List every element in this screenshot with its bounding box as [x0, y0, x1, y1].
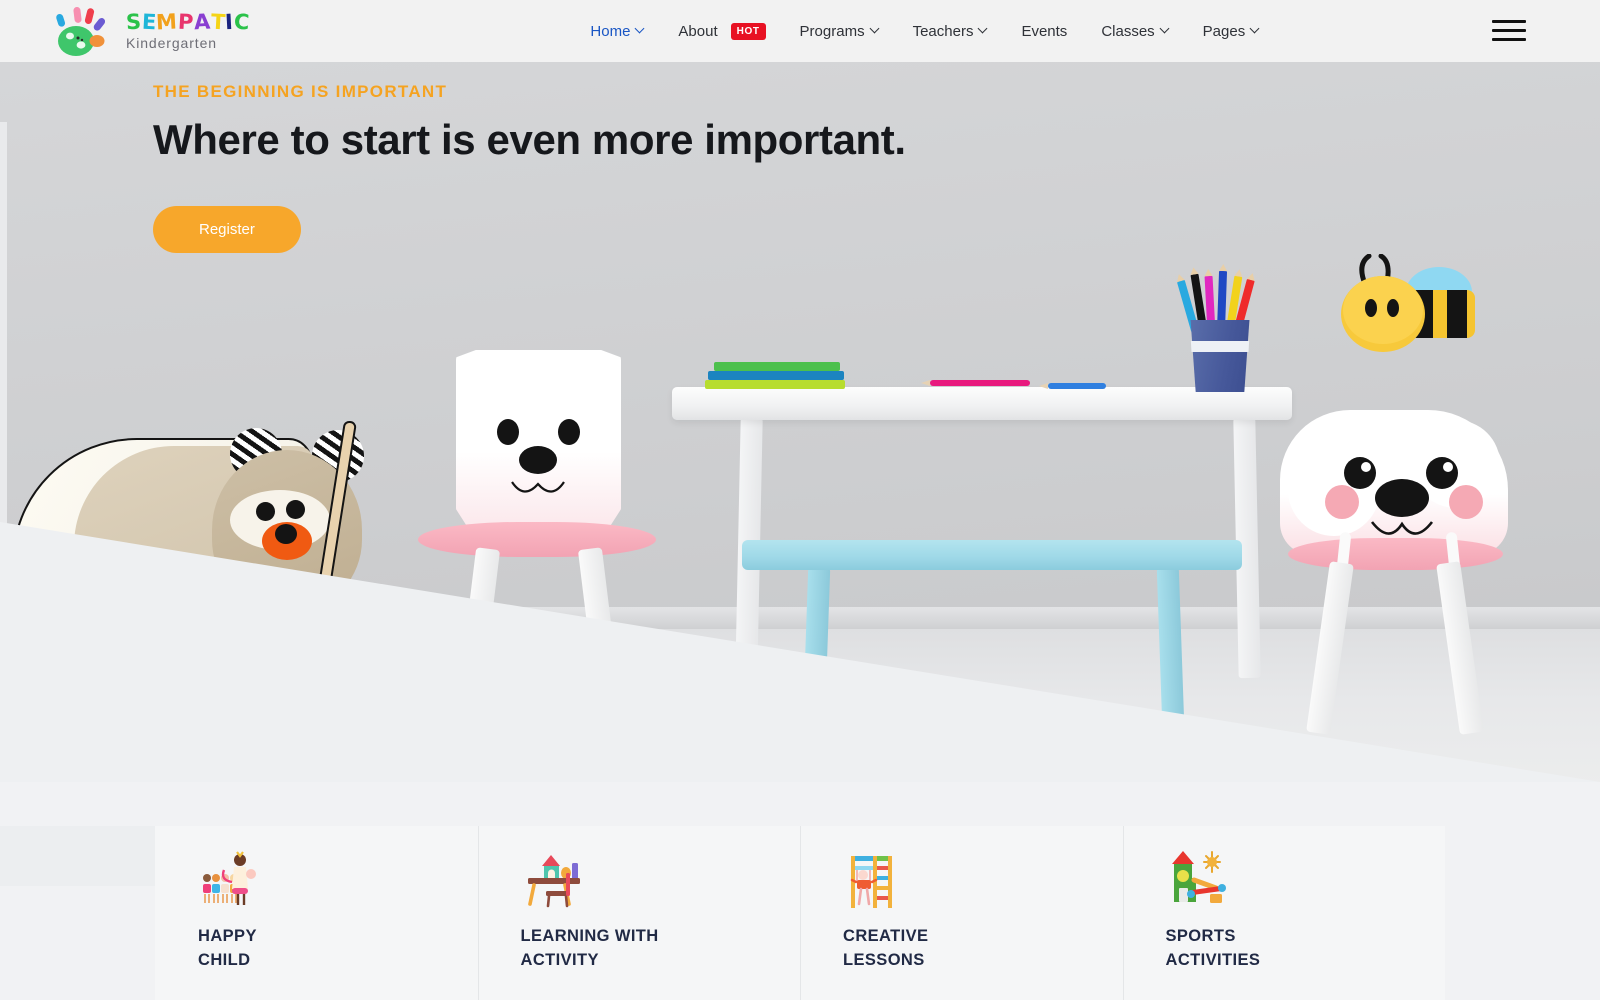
bunny-chair-seat — [418, 522, 656, 557]
main-navigation: Home About HOT Programs Teachers Events Classe… — [573, 15, 1276, 48]
cartoon-bee — [1335, 253, 1485, 364]
hamburger-menu-icon[interactable] — [1492, 20, 1526, 42]
swing-and-ladder-icon — [843, 848, 905, 910]
brand-letter: M — [155, 9, 179, 35]
brand-logo[interactable]: SEMPATIC Kindergarten — [48, 5, 250, 57]
feature-card-title: CREATIVE LESSONS — [843, 924, 1123, 973]
book-green — [714, 362, 840, 371]
hero-headline: Where to start is even more important. — [153, 116, 906, 163]
cloud-chair-leg-left — [1306, 561, 1354, 735]
chevron-down-icon — [1161, 25, 1169, 33]
nav-item-programs[interactable]: Programs — [783, 15, 896, 48]
blue-bench-seat — [742, 540, 1242, 570]
chevron-down-icon — [1251, 25, 1259, 33]
teacher-with-children-icon — [198, 848, 260, 910]
feature-card-title-line2: LESSONS — [843, 951, 925, 970]
feature-card-title-line1: CREATIVE — [843, 927, 929, 945]
feature-card-title-line2: ACTIVITY — [520, 951, 599, 970]
nav-item-events[interactable]: Events — [1004, 15, 1084, 48]
feature-cards-left-gutter — [0, 826, 155, 886]
cup-band — [1190, 341, 1250, 352]
hero-section: THE BEGINNING IS IMPORTANT Where to star… — [0, 62, 1600, 782]
feature-card-title-line1: LEARNING WITH — [520, 927, 659, 945]
brand-letter: A — [193, 9, 212, 35]
brand-letter: T — [209, 9, 227, 35]
register-button[interactable]: Register — [153, 206, 301, 253]
brand-subtitle: Kindergarten — [126, 35, 217, 51]
nav-item-label: Programs — [799, 22, 865, 40]
book-blue — [708, 371, 844, 380]
brand-name: SEMPATIC — [125, 9, 251, 35]
cloud-chair-leg-right — [1436, 561, 1484, 735]
feature-card-1[interactable]: HAPPY CHILD — [155, 826, 478, 1000]
nav-item-teachers[interactable]: Teachers — [896, 15, 1005, 48]
hero-copy-block: THE BEGINNING IS IMPORTANT Where to star… — [153, 82, 906, 253]
nav-item-label: Classes — [1101, 22, 1155, 40]
desk-with-blocks-icon — [521, 848, 583, 910]
feature-card-title: HAPPY CHILD — [198, 924, 478, 973]
hamburger-line — [1492, 38, 1526, 41]
feature-cards-row: HAPPY CHILD LEARNING WITH ACTIVITY CREAT… — [155, 826, 1445, 1000]
book-lime — [705, 380, 845, 389]
nav-item-label: Pages — [1202, 22, 1246, 40]
blue-pencil — [1039, 383, 1106, 389]
chevron-down-icon — [979, 25, 987, 33]
nav-item-label: Home — [590, 22, 631, 40]
playground-slide-icon — [1166, 848, 1228, 910]
feature-card-title-line2: CHILD — [198, 951, 251, 970]
hero-kicker: THE BEGINNING IS IMPORTANT — [153, 82, 448, 101]
bear-eye-left — [256, 502, 275, 521]
bear-eye-right — [286, 500, 305, 519]
nav-item-label: About — [678, 22, 718, 40]
chevron-down-icon — [871, 25, 879, 33]
feature-card-title-line1: SPORTS — [1165, 927, 1236, 945]
nav-item-pages[interactable]: Pages — [1186, 15, 1277, 48]
pencil-cup — [1175, 252, 1260, 392]
nav-item-about[interactable]: About HOT — [661, 15, 782, 48]
nav-item-label: Teachers — [912, 22, 974, 40]
cloud-bear-face — [1325, 457, 1483, 535]
feature-card-title-line2: ACTIVITIES — [1165, 951, 1261, 970]
feature-card-3[interactable]: CREATIVE LESSONS — [800, 826, 1123, 1000]
hamburger-line — [1492, 20, 1526, 23]
hamburger-line — [1492, 29, 1526, 32]
feature-card-title: SPORTS ACTIVITIES — [1166, 924, 1446, 973]
pink-pencil — [921, 380, 1030, 386]
feature-card-title: LEARNING WITH ACTIVITY — [521, 924, 801, 973]
nav-item-label: Events — [1021, 22, 1068, 40]
site-header: SEMPATIC Kindergarten Home About HOT Progra… — [0, 0, 1600, 62]
bunny-face-pillow — [456, 350, 621, 535]
handprint-palette-icon — [48, 5, 120, 57]
bear-nose — [275, 524, 297, 544]
brand-letter: C — [233, 9, 251, 35]
stack-of-books — [705, 362, 847, 390]
nav-item-home[interactable]: Home — [573, 15, 661, 48]
chevron-down-icon — [636, 25, 644, 33]
nav-item-classes[interactable]: Classes — [1084, 15, 1185, 48]
feature-card-title-line1: HAPPY — [198, 927, 257, 945]
feature-card-2[interactable]: LEARNING WITH ACTIVITY — [477, 826, 801, 1000]
brand-letter: S — [125, 9, 143, 35]
nav-badge-hot: HOT — [730, 22, 766, 40]
brand-letter: P — [177, 9, 195, 35]
cup-body — [1190, 320, 1250, 392]
cloud-bear-chair — [1280, 410, 1515, 750]
feature-card-4[interactable]: SPORTS ACTIVITIES — [1122, 826, 1446, 1000]
